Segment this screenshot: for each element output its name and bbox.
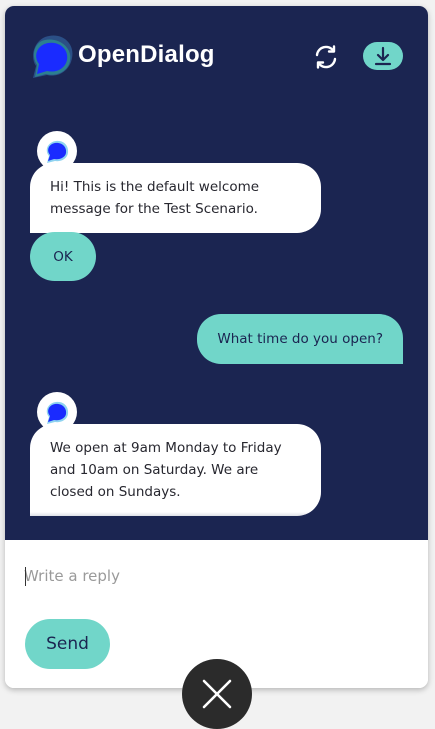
download-icon [374,46,392,66]
close-chat-button[interactable] [182,659,252,729]
bot-message: Hi! This is the default welcome message … [30,163,321,233]
chat-header: OpenDialog [5,6,428,106]
chat-widget: OpenDialog Hi! This is the default welco… [5,6,428,688]
opendialog-logo-icon [33,35,73,78]
send-button[interactable]: Send [25,619,110,669]
refresh-button[interactable] [311,42,341,72]
refresh-icon [315,45,337,69]
user-message: What time do you open? [197,314,403,364]
bot-avatar-icon [46,401,69,424]
quick-reply-ok-button[interactable]: OK [30,232,96,281]
reply-input[interactable] [24,560,404,592]
bot-message: We open at 9am Monday to Friday and 10am… [30,424,321,516]
brand-name: OpenDialog [78,41,215,68]
conversation-panel: OpenDialog Hi! This is the default welco… [5,6,428,540]
scroll-fade [5,512,428,540]
bot-avatar-icon [46,140,69,163]
text-caret [25,567,26,586]
close-icon [202,679,232,709]
download-button[interactable] [363,42,403,70]
